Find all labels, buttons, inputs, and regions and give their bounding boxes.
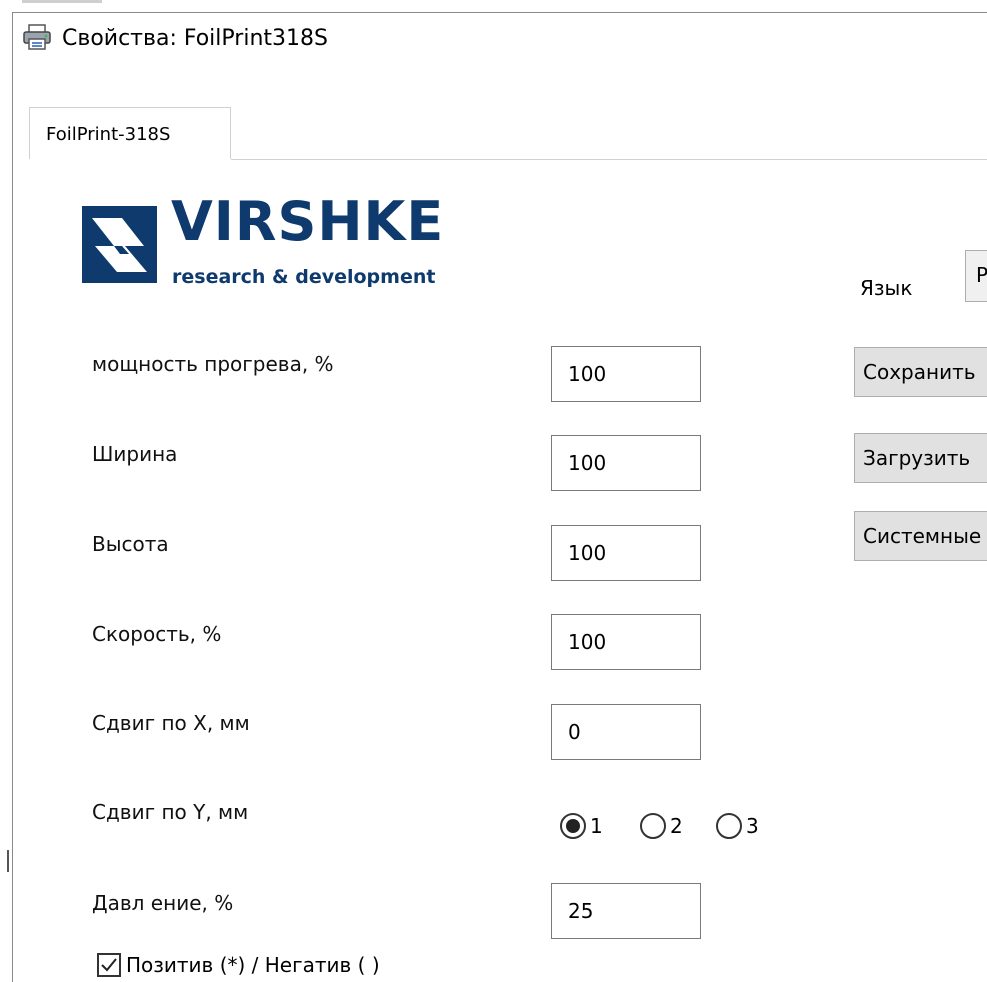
height-input[interactable] (551, 525, 701, 581)
radio-circle (716, 813, 742, 839)
load-button[interactable]: Загрузить (854, 433, 987, 483)
shift-y-radio-1[interactable]: 1 (560, 811, 603, 841)
language-select[interactable]: Р (965, 250, 987, 302)
virshke-logo-mark (82, 206, 157, 283)
radio-label: 1 (590, 814, 603, 838)
tab-foilprint-318s[interactable]: FoilPrint-318S (29, 107, 231, 159)
speed-input[interactable] (551, 614, 701, 670)
shift-x-label: Сдвиг по X, мм (92, 711, 250, 735)
shift-y-label: Сдвиг по Y, мм (92, 800, 249, 824)
radio-label: 2 (670, 814, 683, 838)
radio-circle (560, 813, 586, 839)
window-title: Свойства: FoilPrint318S (62, 26, 328, 51)
check-mark-icon (101, 958, 117, 972)
pressure-input[interactable] (551, 883, 701, 939)
background-edge-mark (7, 850, 9, 872)
positive-negative-checkbox[interactable]: Позитив (*) / Негатив ( ) (97, 950, 380, 980)
height-label: Высота (92, 532, 169, 556)
checkbox-box (97, 953, 121, 977)
radio-circle (640, 813, 666, 839)
language-label: Язык (860, 276, 913, 300)
heat-power-label: мощность прогрева, % (92, 352, 334, 376)
radio-dot (566, 819, 580, 833)
save-button[interactable]: Сохранить (854, 347, 987, 397)
width-input[interactable] (551, 435, 701, 491)
tab-panel-border (231, 159, 987, 160)
printer-icon (22, 24, 52, 50)
pressure-label: Давл ение, % (92, 891, 234, 915)
width-label: Ширина (92, 442, 178, 466)
shift-y-radio-3[interactable]: 3 (716, 811, 759, 841)
logo-wordmark: VIRSHKE (171, 190, 445, 253)
heat-power-input[interactable] (551, 346, 701, 402)
speed-label: Скорость, % (92, 622, 222, 646)
window-top-edge (22, 0, 102, 3)
positive-negative-label: Позитив (*) / Негатив ( ) (126, 953, 380, 977)
shift-x-input[interactable] (551, 704, 701, 760)
tab-label: FoilPrint-318S (46, 124, 171, 145)
shift-y-radio-2[interactable]: 2 (640, 811, 683, 841)
radio-label: 3 (746, 814, 759, 838)
system-button[interactable]: Системные (854, 511, 987, 561)
logo-tagline: research & development (172, 266, 436, 288)
